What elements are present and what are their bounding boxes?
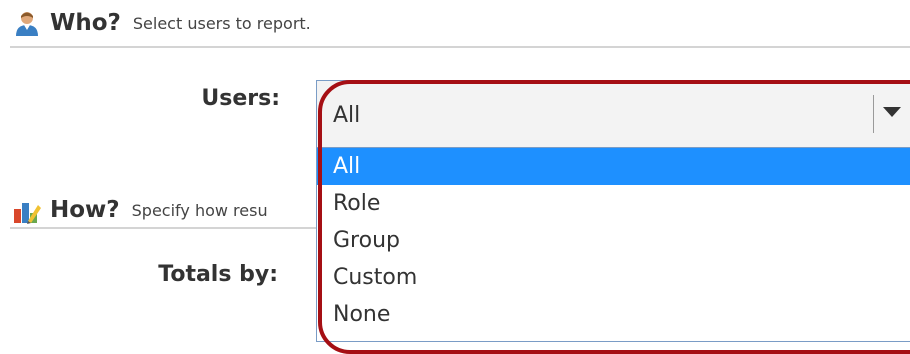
how-section-header: How? Specify how resu xyxy=(12,193,268,227)
option-all[interactable]: All xyxy=(317,148,910,185)
users-icon xyxy=(16,12,38,36)
users-label: Users: xyxy=(201,86,280,111)
who-divider xyxy=(10,46,910,48)
caret-down-icon[interactable] xyxy=(883,107,901,117)
chart-icon xyxy=(14,203,41,224)
users-select[interactable]: All xyxy=(316,80,910,148)
who-section-header: Who? Select users to report. xyxy=(12,6,311,40)
how-divider xyxy=(10,227,316,229)
who-title: Who? xyxy=(50,10,121,36)
users-options-list: All Role Group Custom None xyxy=(316,148,910,342)
users-select-value: All xyxy=(333,103,361,128)
option-custom[interactable]: Custom xyxy=(317,259,910,296)
how-description: Specify how resu xyxy=(131,200,268,220)
option-role[interactable]: Role xyxy=(317,185,910,222)
how-title: How? xyxy=(50,197,120,223)
who-description: Select users to report. xyxy=(132,13,311,33)
option-none[interactable]: None xyxy=(317,296,910,333)
option-group[interactable]: Group xyxy=(317,222,910,259)
totals-by-label: Totals by: xyxy=(158,262,278,287)
select-separator xyxy=(873,95,874,133)
